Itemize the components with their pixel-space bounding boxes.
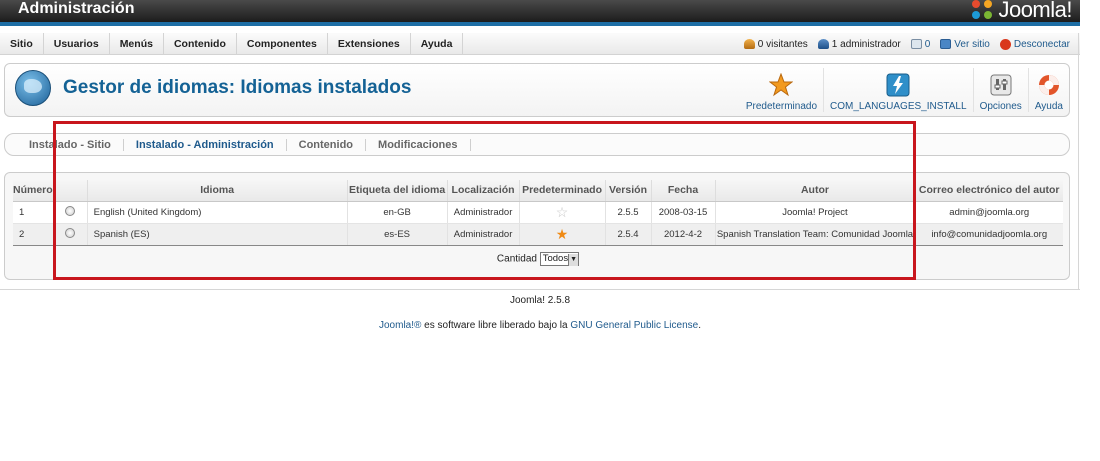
license-text: es software libre liberado bajo la	[421, 320, 571, 331]
annotation-highlight-box	[53, 121, 916, 280]
visitors-status: 0 visitantes	[743, 38, 808, 50]
visitors-count: 0 visitantes	[757, 38, 808, 50]
menu-sitio[interactable]: Sitio	[0, 33, 44, 55]
joomla-logo-icon	[972, 0, 994, 20]
toolbar-box: Gestor de idiomas: Idiomas instalados Pr…	[4, 63, 1070, 117]
view-site-link[interactable]: Ver sitio	[940, 39, 990, 50]
logout-link[interactable]: Desconectar	[999, 38, 1070, 50]
menu-menus[interactable]: Menús	[110, 33, 164, 55]
row-email: admin@joomla.org	[914, 201, 1063, 224]
footer-license: Joomla!® es software libre liberado bajo…	[0, 320, 1080, 331]
row-number: 2	[13, 223, 54, 246]
gpl-link[interactable]: GNU General Public License	[570, 320, 698, 331]
menu-ayuda[interactable]: Ayuda	[411, 33, 464, 55]
admin-title: Administración	[18, 0, 135, 17]
install-button[interactable]: COM_LANGUAGES_INSTALL	[823, 68, 973, 112]
options-button[interactable]: Opciones	[972, 68, 1028, 112]
install-button-label: COM_LANGUAGES_INSTALL	[830, 101, 967, 112]
menu-componentes[interactable]: Componentes	[237, 33, 328, 55]
header-email[interactable]: Correo electrónico del autor	[914, 180, 1063, 202]
lightning-icon	[886, 73, 910, 97]
menu-usuarios[interactable]: Usuarios	[44, 33, 110, 55]
toolbar-buttons: Predeterminado COM_LANGUAGES_INSTALL Opc…	[740, 68, 1069, 114]
options-button-label: Opciones	[979, 101, 1022, 112]
admins-status: 1 administrador	[817, 38, 901, 50]
page-title: Gestor de idiomas: Idiomas instalados	[63, 77, 412, 98]
header-number[interactable]: Número	[13, 180, 54, 202]
view-site-label[interactable]: Ver sitio	[954, 39, 990, 50]
help-button-label: Ayuda	[1034, 101, 1063, 112]
joomla-logo: Joomla!	[972, 0, 1072, 22]
default-button-label: Predeterminado	[745, 101, 818, 112]
page-border-right	[1078, 33, 1079, 289]
messages-status[interactable]: 0	[910, 39, 931, 50]
monitor-icon	[940, 39, 952, 49]
page-border-bottom	[0, 289, 1080, 290]
mail-icon	[910, 39, 922, 49]
logout-label[interactable]: Desconectar	[1014, 39, 1070, 50]
options-icon	[989, 73, 1013, 97]
messages-count[interactable]: 0	[925, 39, 931, 50]
help-lifebuoy-icon	[1037, 73, 1061, 97]
users-icon	[743, 39, 755, 49]
menu-contenido[interactable]: Contenido	[164, 33, 237, 55]
footer-version: Joomla! 2.5.8	[509, 295, 571, 306]
admins-count: 1 administrador	[831, 38, 901, 50]
status-bar: 0 visitantes 1 administrador 0 Ver sitio…	[743, 33, 1070, 55]
row-email: info@comunidadjoomla.org	[914, 223, 1063, 246]
globe-icon	[15, 70, 51, 106]
row-number: 1	[13, 201, 54, 224]
admin-header: Administración Joomla!	[0, 0, 1080, 26]
joomla-logo-text: Joomla!	[998, 0, 1072, 22]
help-button[interactable]: Ayuda	[1027, 68, 1069, 112]
main-menu-bar: Sitio Usuarios Menús Contenido Component…	[0, 33, 1080, 55]
default-button[interactable]: Predeterminado	[740, 68, 823, 112]
star-icon	[768, 72, 794, 97]
joomla-link[interactable]: Joomla!®	[379, 320, 421, 331]
menu-extensiones[interactable]: Extensiones	[328, 33, 411, 55]
logout-icon	[999, 38, 1011, 50]
license-end: .	[698, 320, 701, 331]
admin-users-icon	[817, 39, 829, 49]
